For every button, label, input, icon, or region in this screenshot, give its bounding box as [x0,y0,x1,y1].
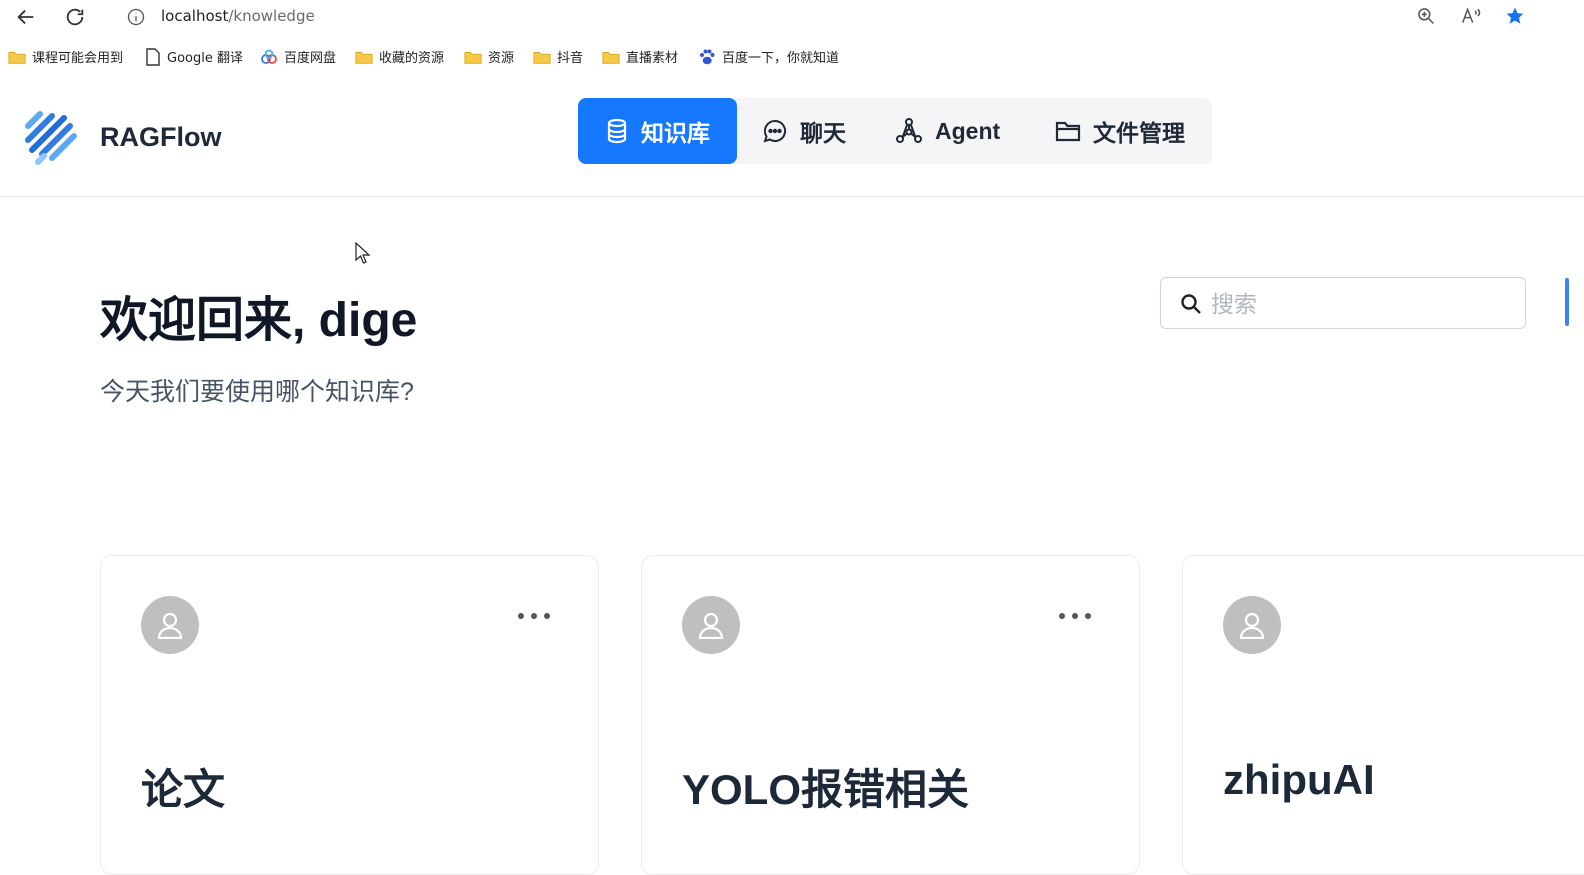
url-path: /knowledge [228,7,315,25]
create-button-edge[interactable] [1565,278,1569,326]
user-icon [698,612,724,639]
bookmark-label: 资源 [488,51,515,66]
back-button[interactable] [14,5,38,29]
mouse-cursor-icon [355,242,371,264]
bookmark-item[interactable]: 课程可能会用到 [8,47,123,66]
knowledge-card[interactable]: zhipuAI [1182,555,1584,875]
welcome-subtitle: 今天我们要使用哪个知识库? [100,378,414,406]
card-title: 论文 [141,766,226,813]
card-title: YOLO报错相关 [682,766,970,813]
search-icon [1181,294,1201,314]
bookmarks-bar: 课程可能会用到 Google 翻译 百度网盘 收藏的资源 资源 抖音 直播素材 … [0,38,1584,74]
read-aloud-icon[interactable] [1460,6,1482,26]
logo-icon [25,111,77,165]
bookmark-item[interactable]: 直播素材 [602,47,678,66]
browser-toolbar: localhost/knowledge [0,0,1584,34]
reload-button[interactable] [63,5,87,29]
bookmark-label: 百度一下，你就知道 [722,51,840,66]
tab-file-management[interactable]: 文件管理 [1055,98,1185,164]
bookmark-item[interactable]: 资源 [464,47,514,66]
folder-icon [1055,121,1081,142]
folder-icon [8,51,26,64]
app-header: RAGFlow 知识库 聊天 Agent 文件管理 [0,76,1584,197]
tab-agent[interactable]: Agent [895,98,1000,164]
folder-icon [464,51,482,64]
tab-label: 文件管理 [1093,120,1185,146]
tab-label: 知识库 [641,120,710,146]
bookmark-label: Google 翻译 [167,51,243,66]
tab-chat[interactable]: 聊天 [762,98,846,164]
graph-icon [896,118,922,143]
bookmark-label: 直播素材 [626,51,679,66]
tab-label: Agent [935,117,1001,144]
reload-icon [66,8,84,26]
search-input[interactable] [1209,288,1513,320]
chat-icon [763,119,787,143]
bookmark-item[interactable]: 百度一下，你就知道 [698,47,839,66]
folder-icon [602,51,620,64]
tab-knowledge-base[interactable]: 知识库 [578,98,737,164]
bookmark-label: 百度网盘 [284,51,337,66]
knowledge-card[interactable]: 论文 [100,555,599,875]
avatar [682,596,740,654]
address-bar[interactable] [108,2,1548,32]
search-box[interactable] [1160,277,1526,329]
folder-icon [355,51,373,64]
bookmark-item[interactable]: Google 翻译 [145,47,243,66]
url-host: localhost [161,7,229,25]
knowledge-card[interactable]: YOLO报错相关 [641,555,1140,875]
page-icon [146,47,160,66]
favorite-star-icon[interactable] [1505,6,1525,26]
bookmark-item[interactable]: 抖音 [533,47,583,66]
arrow-left-icon [17,9,34,25]
avatar [1223,596,1281,654]
avatar [141,596,199,654]
cloud-icon [261,49,277,64]
bookmark-label: 课程可能会用到 [32,51,124,66]
database-icon [607,118,627,144]
user-icon [1239,612,1265,639]
folder-icon [533,51,551,64]
ragflow-logo[interactable] [24,108,80,171]
paw-icon [700,49,715,64]
user-icon [157,612,183,639]
bookmark-item[interactable]: 收藏的资源 [355,47,444,66]
more-options-icon[interactable] [509,604,559,628]
welcome-heading: 欢迎回来, dige [100,294,418,347]
bookmark-label: 抖音 [557,51,584,66]
info-icon[interactable] [126,7,146,27]
card-title: zhipuAI [1223,756,1375,803]
zoom-icon[interactable] [1416,6,1436,26]
tab-label: 聊天 [800,120,846,146]
more-options-icon[interactable] [1050,604,1100,628]
bookmark-item[interactable]: 百度网盘 [260,47,336,66]
bookmark-label: 收藏的资源 [379,51,445,66]
url-text[interactable]: localhost/knowledge [161,7,315,25]
brand-name: RAGFlow [100,122,222,152]
